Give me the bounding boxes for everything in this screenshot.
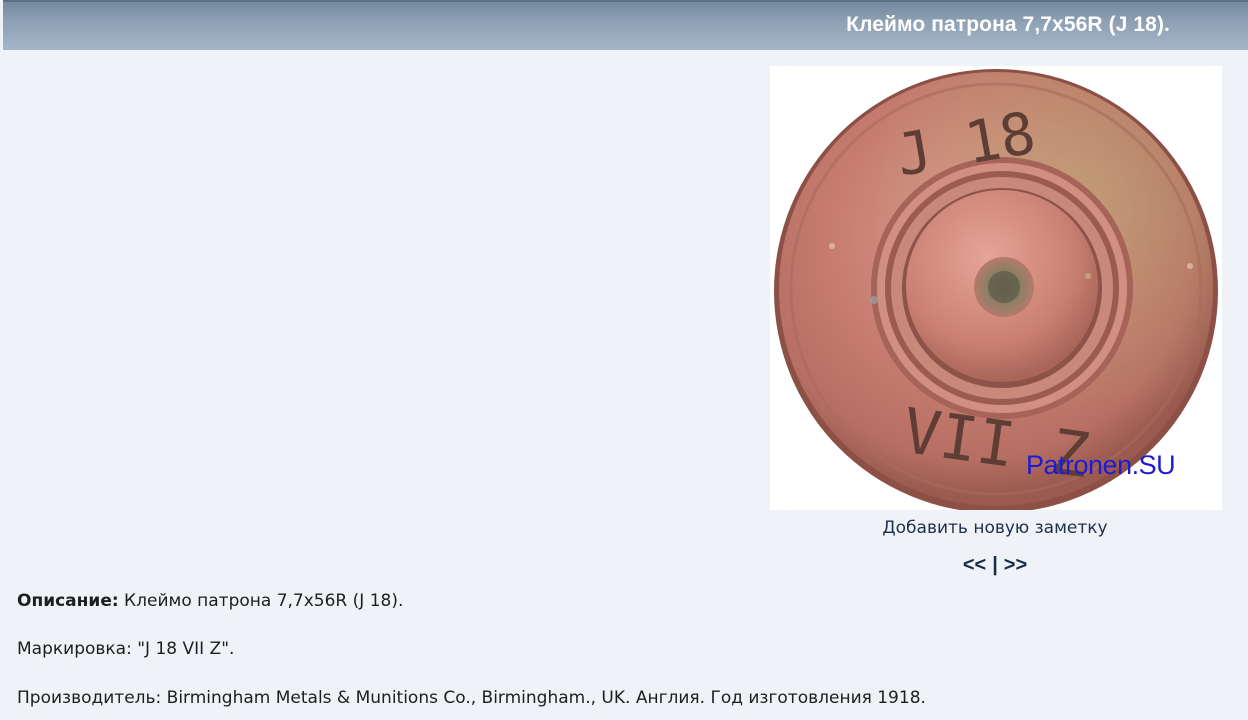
cartridge-base-image: J 18 VII Z [774, 69, 1218, 510]
description-line: Описание: Клеймо патрона 7,7х56R (J 18). [17, 591, 403, 611]
watermark: Patronen.SU [1026, 450, 1176, 480]
manufacturer-line: Производитель: Birmingham Metals & Munit… [17, 688, 926, 708]
title-bar: Клеймо патрона 7,7х56R (J 18). [3, 0, 1248, 50]
image-pagination: << | >> [944, 554, 1046, 577]
description-text: Клеймо патрона 7,7х56R (J 18). [118, 591, 404, 611]
description-label: Описание: [17, 591, 119, 611]
next-link[interactable]: >> [1004, 554, 1027, 577]
page-title: Клеймо патрона 7,7х56R (J 18). [846, 13, 1170, 36]
nav-separator: | [992, 554, 998, 576]
marking-line: Маркировка: "J 18 VII Z". [17, 639, 235, 659]
page: Клеймо патрона 7,7х56R (J 18). J 18 VII … [0, 0, 1248, 720]
prev-link[interactable]: << [963, 554, 986, 577]
add-note-link[interactable]: Добавить новую заметку [870, 518, 1120, 538]
cartridge-headstamp-photo[interactable]: J 18 VII Z Patronen.SU [770, 66, 1222, 510]
